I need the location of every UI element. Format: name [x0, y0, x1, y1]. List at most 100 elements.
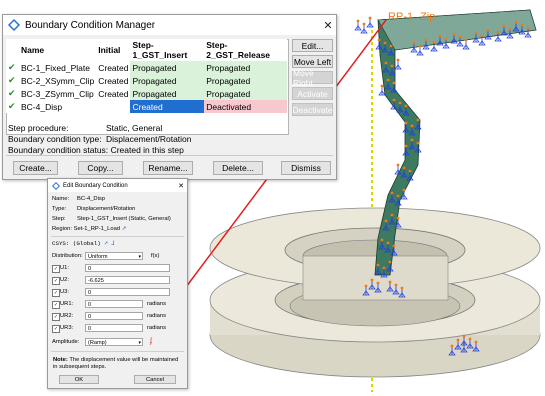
- ok-button[interactable]: OK: [59, 375, 99, 384]
- table-cell-name[interactable]: BC-4_Disp: [19, 100, 96, 113]
- bc-type-row: Boundary condition type: Displacement/Rot…: [8, 134, 192, 144]
- amplitude-create-icon[interactable]: ʄ: [150, 338, 152, 345]
- ur2-input[interactable]: 0: [85, 312, 143, 320]
- bc-glyph-tip: [474, 31, 478, 35]
- table-row[interactable]: ✔ BC-4_Disp Created Deactivated: [6, 100, 287, 113]
- check-icon: ✔: [8, 75, 16, 85]
- region-label: Region:: [52, 226, 72, 232]
- u3-checkbox[interactable]: ✓: [52, 289, 60, 297]
- bc-glyph-tip: [410, 138, 414, 142]
- amplitude-value: (Ramp): [88, 340, 107, 346]
- create-button[interactable]: Create...: [13, 161, 58, 175]
- region-edit-icon[interactable]: ➚: [122, 226, 127, 232]
- table-row[interactable]: ✔ BC-2_XSymm_Clip Created Propagated Pro…: [6, 74, 287, 87]
- table-col-step2[interactable]: Step-2_GST_Release: [204, 39, 287, 61]
- bc-glyph-tip: [410, 124, 414, 128]
- table-col-step1[interactable]: Step-1_GST_Insert: [130, 39, 204, 61]
- table-cell-step1[interactable]: Propagated: [130, 61, 205, 74]
- copy-button[interactable]: Copy...: [78, 161, 123, 175]
- bc-glyph-tip: [474, 340, 478, 344]
- table-cell-step2[interactable]: Propagated: [204, 87, 287, 100]
- bc-glyph-tip: [396, 216, 400, 220]
- table-cell-step2[interactable]: Propagated: [204, 61, 287, 74]
- step-procedure-label: Step procedure:: [8, 123, 69, 133]
- table-cell-initial[interactable]: Created: [96, 74, 130, 87]
- edit-button[interactable]: Edit...: [292, 39, 333, 52]
- csys-edit-icon[interactable]: ➚: [104, 240, 108, 247]
- bc-glyph-tip: [370, 278, 374, 282]
- amplitude-label: Amplitude:: [52, 339, 80, 345]
- bc-type-value: Displacement/Rotation: [106, 134, 192, 144]
- rp-suffix-label: Zip: [420, 11, 435, 23]
- u2-checkbox[interactable]: ✓: [52, 277, 60, 285]
- bc-glyph-tip: [388, 260, 392, 264]
- table-col-name[interactable]: Name: [19, 39, 96, 61]
- table-cell-step1[interactable]: Propagated: [130, 87, 205, 100]
- table-col-initial[interactable]: Initial: [96, 39, 130, 61]
- bc-glyph-tip: [486, 28, 490, 32]
- ur1-input[interactable]: 0: [85, 300, 143, 308]
- distribution-value: Uniform: [88, 254, 108, 260]
- step-value: Step-1_GST_Insert (Static, General): [77, 216, 171, 222]
- divider: [51, 351, 184, 352]
- bc-glyph-tip: [392, 98, 396, 102]
- activate-button[interactable]: Activate: [292, 87, 333, 100]
- note-body: The displacement value will be maintaine…: [53, 357, 179, 370]
- bc-glyph-tip: [418, 44, 422, 48]
- table-cell-step1-selected[interactable]: Created: [130, 100, 205, 113]
- ur3-checkbox[interactable]: ✓: [52, 325, 60, 333]
- edit-bc-dialog: Edit Boundary Condition ✕ Name: BC-4_Disp…: [47, 178, 188, 389]
- delete-button[interactable]: Delete...: [213, 161, 263, 175]
- edit-bc-title: Edit Boundary Condition: [63, 182, 128, 189]
- ur1-checkbox[interactable]: ✓: [52, 301, 60, 309]
- dismiss-button[interactable]: Dismiss: [281, 161, 331, 175]
- u2-input[interactable]: -6.625: [85, 276, 170, 284]
- close-icon[interactable]: ✕: [320, 19, 336, 32]
- fx-button[interactable]: f(x): [151, 253, 159, 259]
- table-row[interactable]: ✔ BC-1_Fixed_Plate Created Propagated Pr…: [6, 61, 287, 74]
- u3-label: U3:: [60, 289, 70, 295]
- rename-button[interactable]: Rename...: [143, 161, 193, 175]
- bc-glyph-tip: [452, 32, 456, 36]
- bc-manager-dialog: Boundary Condition Manager ✕ Name Initia…: [2, 14, 337, 180]
- base-plate: [209, 207, 541, 378]
- u1-input[interactable]: 0: [85, 264, 170, 272]
- table-cell-name[interactable]: BC-2_XSymm_Clip: [19, 74, 96, 87]
- bc-glyph-tip: [398, 101, 402, 105]
- ur3-input[interactable]: 0: [85, 324, 143, 332]
- bc-glyph-tip: [480, 34, 484, 38]
- bc-glyph-tip: [402, 166, 406, 170]
- csys-axes-icon[interactable]: ⅃: [111, 240, 114, 247]
- distribution-select[interactable]: Uniform ▾: [85, 252, 143, 260]
- name-label: Name:: [52, 196, 70, 202]
- bc-manager-titlebar[interactable]: Boundary Condition Manager ✕: [3, 15, 336, 35]
- bc-glyph-tip: [380, 238, 384, 242]
- check-icon: ✔: [8, 101, 16, 111]
- move-left-button[interactable]: Move Left: [292, 55, 333, 68]
- table-cell-step1[interactable]: Propagated: [130, 74, 205, 87]
- table-cell-initial[interactable]: [96, 100, 130, 113]
- region-row: Region: Set-1_RP-1_Load ➚: [52, 226, 127, 232]
- cancel-button[interactable]: Cancel: [134, 375, 176, 384]
- table-cell-initial[interactable]: Created: [96, 87, 130, 100]
- bc-glyph-tip: [364, 284, 368, 288]
- step-row: Step: Step-1_GST_Insert (Static, General): [52, 216, 171, 222]
- table-cell-initial[interactable]: Created: [96, 61, 130, 74]
- move-right-button[interactable]: Move Right: [292, 68, 333, 88]
- bc-glyph-tip: [388, 280, 392, 284]
- table-cell-step2[interactable]: Deactivated: [204, 100, 287, 113]
- ur2-checkbox[interactable]: ✓: [52, 313, 60, 321]
- deactivate-button[interactable]: Deactivate: [292, 103, 333, 116]
- u3-input[interactable]: 0: [85, 288, 170, 296]
- amplitude-select[interactable]: (Ramp) ▾: [85, 338, 143, 346]
- table-cell-step2[interactable]: Propagated: [204, 74, 287, 87]
- u1-checkbox[interactable]: ✓: [52, 265, 60, 273]
- bc-glyph-tip: [402, 188, 406, 192]
- table-cell-name[interactable]: BC-3_ZSymm_Clip: [19, 87, 96, 100]
- edit-bc-titlebar[interactable]: Edit Boundary Condition ✕: [48, 179, 187, 192]
- abaqus-app-icon: [52, 181, 60, 190]
- table-row[interactable]: ✔ BC-3_ZSymm_Clip Created Propagated Pro…: [6, 87, 287, 100]
- close-icon[interactable]: ✕: [175, 182, 187, 190]
- table-cell-name[interactable]: BC-1_Fixed_Plate: [19, 61, 96, 74]
- bc-glyph-tip: [390, 64, 394, 68]
